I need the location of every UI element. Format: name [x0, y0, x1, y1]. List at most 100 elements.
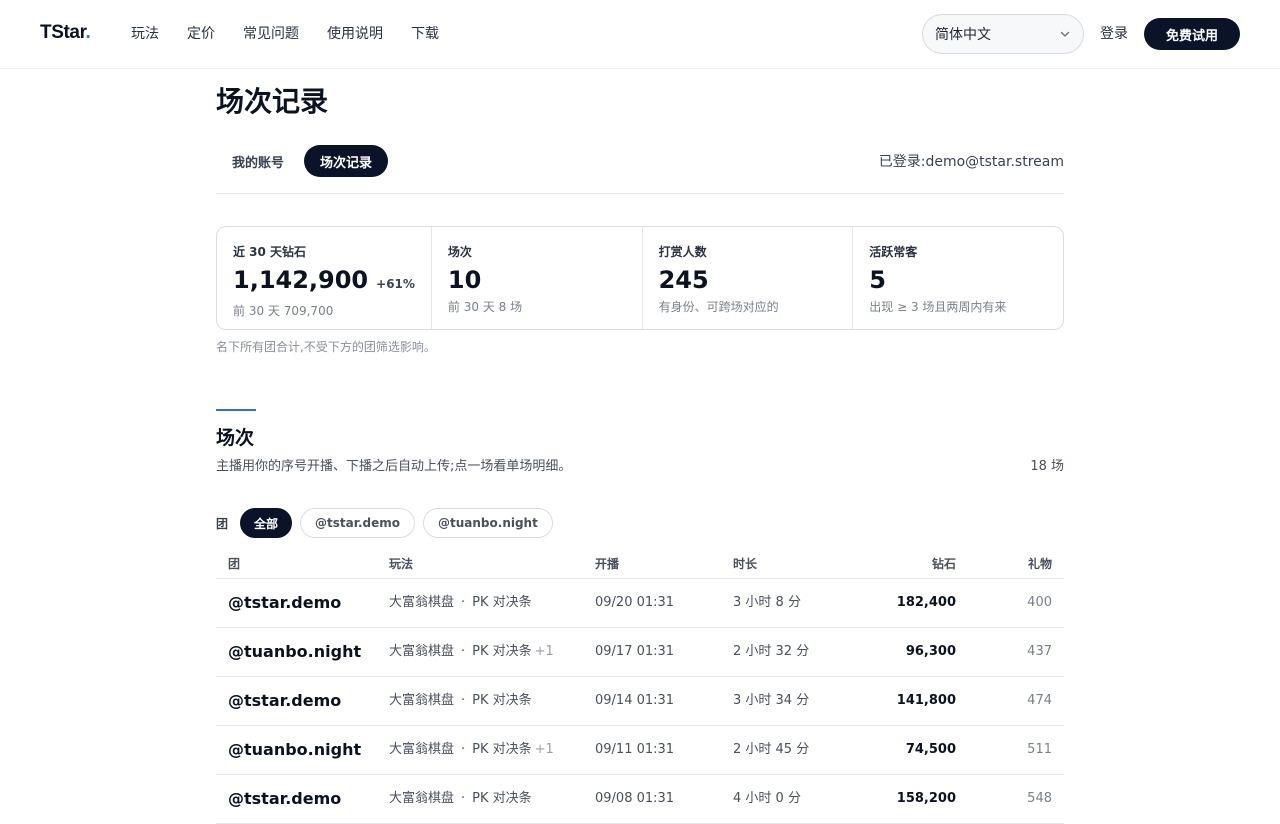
language-select-value: 简体中文	[935, 27, 991, 43]
play-mode-b: PK 对决条	[472, 693, 532, 708]
play-mode-b: PK 对决条	[472, 742, 532, 757]
row-gifts: 437	[1027, 644, 1052, 659]
column-header-play: 玩法	[389, 557, 414, 571]
row-team: @tstar.demo	[228, 593, 342, 612]
login-link[interactable]: 登录	[1100, 24, 1128, 44]
row-diamonds: 74,500	[905, 742, 956, 757]
row-team: @tstar.demo	[228, 789, 342, 808]
row-duration: 3 小时 8 分	[733, 595, 801, 610]
stat-label: 活跃常客	[869, 245, 918, 259]
table-row[interactable]: @tstar.demo 大富翁棋盘 · PK 对决条 09/20 01:31 3 小…	[216, 579, 1064, 628]
row-start-time: 09/08 01:31	[595, 791, 675, 806]
nav-link-faq[interactable]: 常见问题	[243, 24, 299, 44]
stats-footnote: 名下所有团合计,不受下方的团筛选影响。	[216, 340, 436, 354]
play-separator: ·	[461, 791, 466, 806]
stat-value-wrapper: 5	[869, 265, 1047, 295]
stat-value: 245	[658, 266, 709, 294]
row-start-time: 09/14 01:31	[595, 693, 675, 708]
row-duration: 4 小时 0 分	[733, 791, 801, 806]
nav-link-gameplay[interactable]: 玩法	[131, 24, 159, 44]
stat-value: 5	[869, 266, 886, 294]
column-header-team: 团	[228, 557, 241, 571]
row-diamonds: 182,400	[896, 595, 956, 610]
stat-subtext: 前 30 天 8 场	[447, 300, 523, 314]
play-mode-b: PK 对决条	[472, 595, 532, 610]
nav-link-download[interactable]: 下载	[411, 24, 439, 44]
sessions-table: 团 玩法 开播 时长 钻石 礼物 @tstar.demo 大富翁棋盘 · PK 对决…	[216, 546, 1064, 824]
row-start-time: 09/20 01:31	[595, 595, 675, 610]
brand-logo-dot: .	[85, 22, 91, 43]
row-diamonds: 141,800	[896, 693, 956, 708]
stat-card-sessions: 场次 10 前 30 天 8 场	[432, 227, 643, 329]
play-mode-a: 大富翁棋盘	[389, 791, 455, 806]
stat-value-wrapper: 1,142,900 +61%	[233, 265, 415, 299]
row-start-time: 09/11 01:31	[595, 742, 675, 757]
play-mode-a: 大富翁棋盘	[389, 644, 455, 659]
stat-card-regulars: 活跃常客 5 出现 ≥ 3 场且两周内有来	[853, 227, 1063, 329]
stat-card-tippers: 打赏人数 245 有身份、可跨场对应的	[643, 227, 854, 329]
main-nav: 玩法 定价 常见问题 使用说明 下载	[131, 24, 467, 44]
row-play: 大富翁棋盘 · PK 对决条	[389, 594, 535, 612]
brand-logo[interactable]: TStar.	[40, 22, 91, 44]
table-row[interactable]: @tuanbo.night 大富翁棋盘 · PK 对决条 +1 09/11 01:31…	[216, 726, 1064, 775]
free-trial-button[interactable]: 免费试用	[1144, 18, 1240, 50]
team-filter-label: 团	[216, 516, 229, 531]
play-separator: ·	[461, 644, 466, 659]
team-filter: 团 全部 @tstar.demo @tuanbo.night	[216, 508, 561, 538]
stat-value-wrapper: 10	[448, 265, 626, 295]
stat-subtext: 出现 ≥ 3 场且两周内有来	[869, 300, 1007, 314]
stat-label: 打赏人数	[658, 245, 707, 259]
filter-chip-tuanbo-night[interactable]: @tuanbo.night	[423, 508, 553, 538]
stat-card-diamonds: 近 30 天钻石 1,142,900 +61% 前 30 天 709,700	[217, 227, 432, 329]
stat-delta: +61%	[376, 277, 415, 291]
row-duration: 2 小时 32 分	[733, 644, 810, 659]
filter-chip-tstar-demo[interactable]: @tstar.demo	[300, 508, 415, 538]
row-team: @tuanbo.night	[228, 642, 362, 661]
column-header-duration: 时长	[733, 557, 758, 571]
tab-my-account[interactable]: 我的账号	[216, 145, 300, 177]
row-team: @tuanbo.night	[228, 740, 362, 759]
row-play: 大富翁棋盘 · PK 对决条	[389, 790, 535, 808]
stat-subtext: 有身份、可跨场对应的	[658, 300, 779, 314]
stats-panel: 近 30 天钻石 1,142,900 +61% 前 30 天 709,700 场…	[216, 226, 1064, 330]
row-diamonds: 96,300	[905, 644, 956, 659]
column-header-start: 开播	[595, 557, 620, 571]
row-duration: 2 小时 45 分	[733, 742, 810, 757]
section-description: 主播用你的序号开播、下播之后自动上传;点一场看单场明细。	[216, 459, 572, 474]
play-mode-b: PK 对决条	[472, 644, 532, 659]
stat-label: 场次	[447, 245, 472, 259]
table-header: 团 玩法 开播 时长 钻石 礼物	[216, 546, 1064, 579]
row-play: 大富翁棋盘 · PK 对决条 +1	[389, 741, 554, 759]
play-separator: ·	[461, 693, 466, 708]
stat-value: 1,142,900	[233, 266, 369, 294]
row-gifts: 548	[1027, 791, 1052, 806]
tab-session-records[interactable]: 场次记录	[304, 145, 389, 177]
row-start-time: 09/17 01:31	[595, 644, 675, 659]
column-header-gifts: 礼物	[1027, 557, 1052, 571]
play-mode-a: 大富翁棋盘	[389, 742, 455, 757]
row-diamonds: 158,200	[896, 791, 956, 806]
play-separator: ·	[461, 595, 466, 610]
table-row[interactable]: @tuanbo.night 大富翁棋盘 · PK 对决条 +1 09/17 01:31…	[216, 628, 1064, 677]
row-gifts: 511	[1027, 742, 1052, 757]
play-mode-b: PK 对决条	[472, 791, 532, 806]
filter-chip-all[interactable]: 全部	[240, 508, 293, 538]
stat-value-wrapper: 245	[659, 265, 837, 295]
section-accent-line	[216, 409, 256, 411]
row-play: 大富翁棋盘 · PK 对决条 +1	[389, 643, 554, 661]
header-divider	[216, 193, 1064, 194]
column-header-diamonds: 钻石	[931, 557, 956, 571]
stat-subtext: 前 30 天 709,700	[233, 304, 334, 318]
account-tabs: 我的账号 场次记录	[216, 145, 389, 177]
play-mode-a: 大富翁棋盘	[389, 693, 455, 708]
table-row[interactable]: @tstar.demo 大富翁棋盘 · PK 对决条 09/14 01:31 3 小…	[216, 677, 1064, 726]
top-navigation-bar: TStar. 玩法 定价 常见问题 使用说明 下载 简体中文 登录 免费试用	[0, 0, 1280, 69]
nav-link-guide[interactable]: 使用说明	[327, 24, 383, 44]
play-separator: ·	[461, 742, 466, 757]
page-title: 场次记录	[216, 85, 329, 118]
nav-link-pricing[interactable]: 定价	[187, 24, 215, 44]
stat-label: 近 30 天钻石	[233, 245, 307, 259]
session-count: 18 场	[1030, 459, 1064, 474]
chevron-down-icon	[1060, 31, 1070, 37]
language-select[interactable]: 简体中文	[922, 14, 1084, 54]
